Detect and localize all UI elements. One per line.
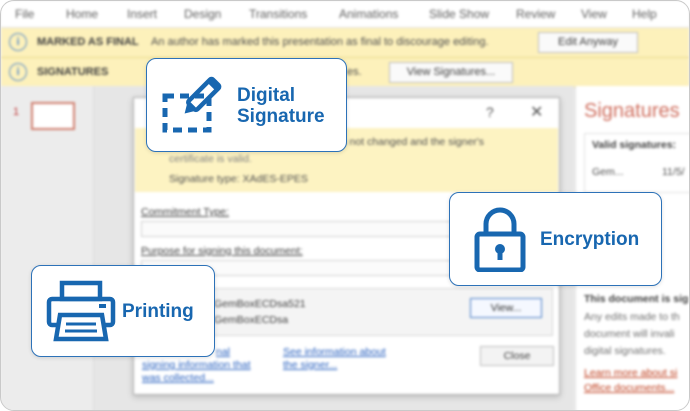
signed-notice-3: digital signatures. — [584, 345, 666, 357]
printing-label: Printing — [122, 301, 194, 322]
menu-file[interactable]: File — [15, 7, 34, 21]
lock-icon — [474, 207, 526, 272]
validity-text-2: certificate is valid. — [169, 153, 252, 165]
menu-animations[interactable]: Animations — [339, 7, 398, 21]
close-button[interactable]: Close — [480, 346, 554, 366]
signer-info-link-2[interactable]: the signer... — [283, 359, 337, 372]
signer-name: GemBoxECDsa521 — [214, 298, 306, 310]
digital-signature-card: Digital Signature — [146, 58, 347, 152]
signature-row-name[interactable]: Gem... — [592, 166, 624, 178]
additional-info-link-3[interactable]: was collected... — [142, 372, 214, 385]
valid-signatures-header: Valid signatures: — [592, 139, 677, 151]
edit-anyway-button[interactable]: Edit Anyway — [538, 32, 638, 53]
info-icon: i — [9, 33, 27, 51]
digital-signature-icon — [162, 76, 222, 133]
signature-type: Signature type: XAdES-EPES — [169, 173, 308, 185]
marked-as-final-bar: i MARKED AS FINAL An author has marked t… — [1, 28, 689, 58]
additional-info-link-2[interactable]: signing information that — [142, 359, 251, 372]
additional-info-link[interactable]: nal — [216, 346, 230, 359]
signer-issuer: GemBoxECDsa — [214, 314, 289, 326]
menu-view[interactable]: View — [581, 7, 607, 21]
view-signatures-button[interactable]: View Signatures... — [389, 62, 513, 83]
feature-banner: File Home Insert Design Transitions Anim… — [0, 0, 690, 411]
encryption-label: Encryption — [540, 229, 640, 250]
purpose-label: Purpose for signing this document: — [141, 245, 303, 257]
learn-more-link-2[interactable]: Office documents... — [584, 382, 674, 394]
encryption-card: Encryption — [449, 192, 662, 286]
slide-thumbnail[interactable] — [31, 102, 75, 130]
final-message: An author has marked this presentation a… — [151, 36, 489, 48]
menu-design[interactable]: Design — [184, 7, 221, 21]
signed-notice-1: Any edits made to th — [584, 311, 680, 323]
dialog-help-button[interactable]: ? — [486, 104, 494, 120]
digital-signature-label-1: Digital — [237, 85, 296, 106]
commitment-type-label: Commitment Type: — [141, 206, 229, 218]
view-certificate-button[interactable]: View... — [470, 298, 542, 318]
menu-insert[interactable]: Insert — [127, 7, 157, 21]
signed-notice-2: document will invali — [584, 328, 675, 340]
menu-slide-show[interactable]: Slide Show — [429, 7, 489, 21]
menu-help[interactable]: Help — [632, 7, 657, 21]
slide-thumbnails: 1 — [1, 86, 94, 410]
printer-icon — [46, 280, 116, 342]
learn-more-link[interactable]: Learn more about si — [584, 367, 677, 379]
signature-row-date: 11/5/ — [662, 166, 685, 178]
signer-info-link[interactable]: See information about — [283, 346, 386, 359]
pane-title: Signatures — [584, 100, 680, 122]
signed-notice-title: This document is sig — [584, 293, 689, 305]
final-label: MARKED AS FINAL — [37, 36, 139, 48]
info-icon: i — [9, 63, 27, 81]
slide-number: 1 — [13, 106, 20, 118]
menu-transitions[interactable]: Transitions — [249, 7, 307, 21]
dialog-close-icon[interactable]: ✕ — [530, 102, 543, 122]
menu-review[interactable]: Review — [516, 7, 555, 21]
digital-signature-label-2: Signature — [237, 106, 325, 127]
menu-home[interactable]: Home — [66, 7, 98, 21]
ribbon-menu: File Home Insert Design Transitions Anim… — [1, 1, 689, 28]
printing-card: Printing — [31, 265, 215, 357]
signatures-label: SIGNATURES — [37, 66, 109, 78]
signatures-message: es. — [347, 66, 362, 78]
